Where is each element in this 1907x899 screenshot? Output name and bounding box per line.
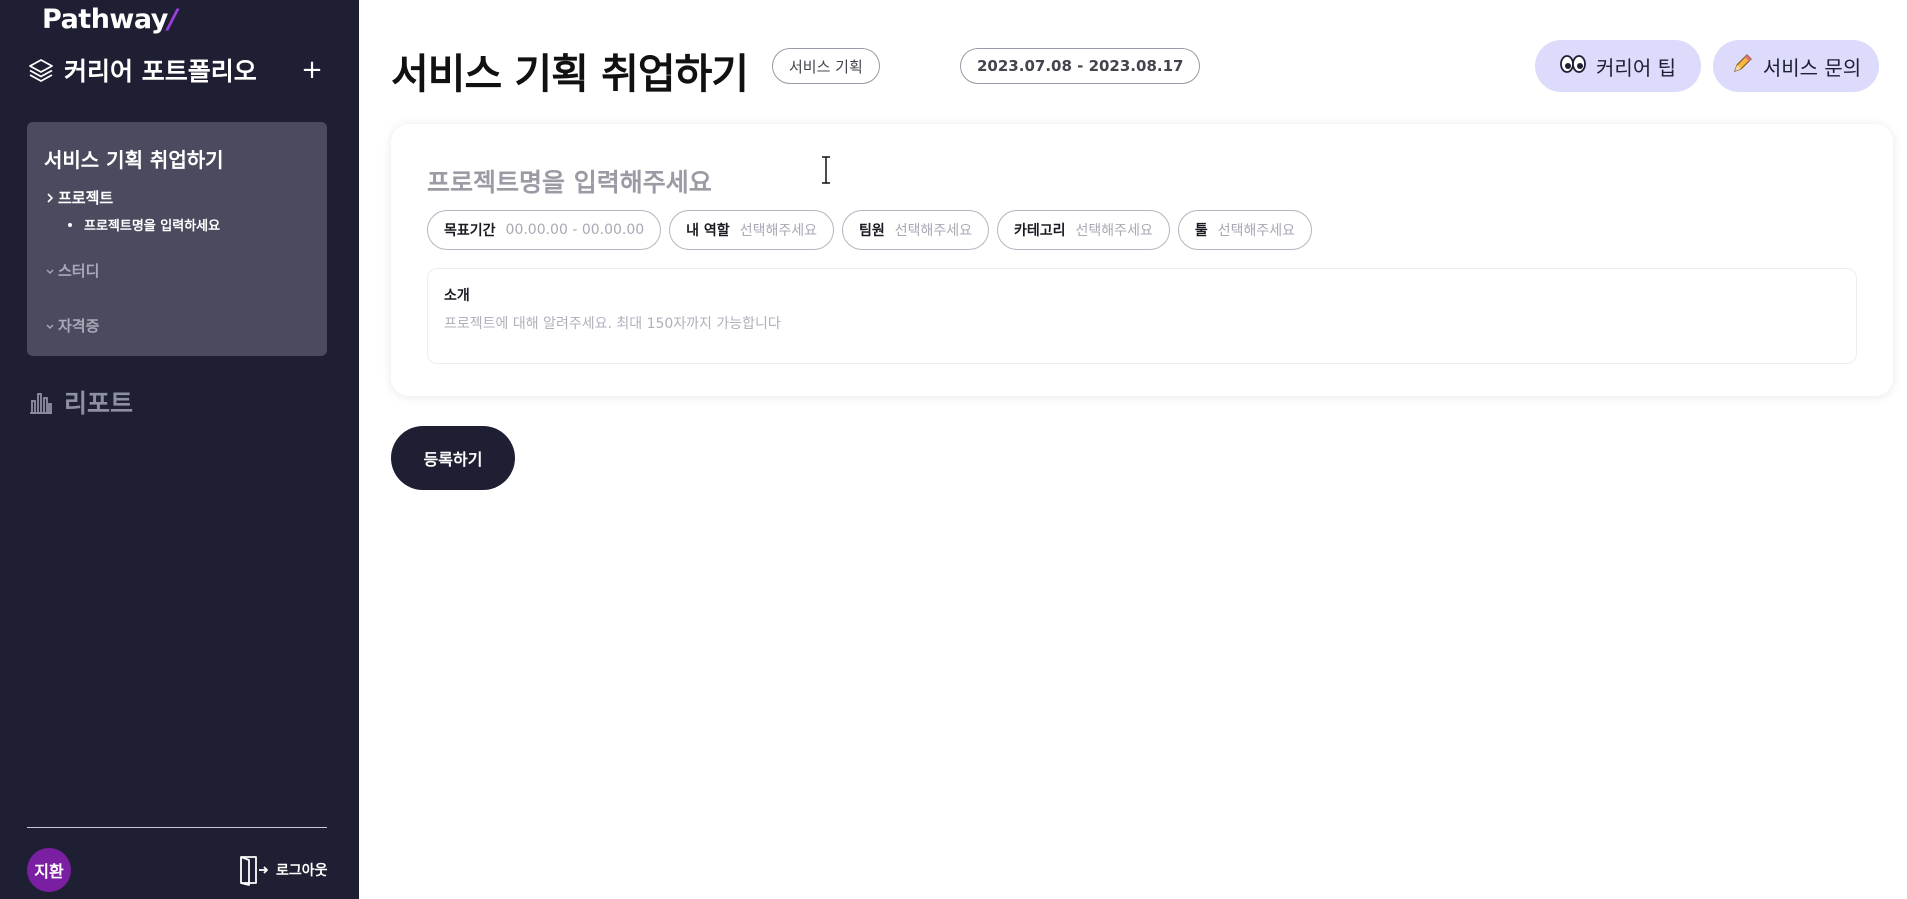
sidebar-item-report[interactable]: 리포트 [27, 384, 133, 420]
field-label: 팀원 [858, 223, 885, 239]
introduction-box: 소개 [427, 268, 1857, 364]
category-badge: 서비스 기획 [772, 48, 880, 84]
career-tip-button[interactable]: 커리어 팁 [1535, 40, 1701, 92]
logout-button[interactable]: 로그아웃 [238, 854, 328, 886]
project-form-card: 목표기간 00.00.00 - 00.00.00 내 역할 선택해주세요 팀원 … [391, 124, 1893, 396]
field-label: 목표기간 [444, 223, 496, 239]
career-tip-label: 커리어 팁 [1596, 55, 1676, 80]
chevron-down-icon [46, 324, 54, 329]
register-button[interactable]: 등록하기 [391, 426, 515, 490]
page-title: 서비스 기획 취업하기 [391, 50, 749, 98]
my-role-field[interactable]: 내 역할 선택해주세요 [669, 210, 834, 250]
sidebar-item-label: 자격증 [58, 317, 100, 335]
chevron-right-icon [47, 192, 54, 203]
field-value: 선택해주세요 [739, 223, 817, 239]
tools-field[interactable]: 툴 선택해주세요 [1177, 210, 1312, 250]
avatar[interactable]: 지환 [27, 848, 71, 892]
sidebar-subitem-label: 프로젝트명을 입력하세요 [84, 219, 221, 234]
field-value: 선택해주세요 [1075, 223, 1153, 239]
date-range-badge: 2023.07.08 - 2023.08.17 [960, 48, 1201, 84]
logo-accent: / [167, 4, 178, 35]
field-value: 00.00.00 - 00.00.00 [505, 222, 645, 238]
field-label: 툴 [1194, 223, 1208, 239]
logo[interactable]: Pathway/ [42, 4, 178, 35]
target-period-field[interactable]: 목표기간 00.00.00 - 00.00.00 [427, 210, 662, 250]
logout-icon [240, 856, 268, 886]
field-label: 내 역할 [686, 223, 730, 239]
portfolio-card-title[interactable]: 서비스 기획 취업하기 [44, 144, 310, 173]
sidebar-item-certificate[interactable]: 자격증 [44, 315, 310, 336]
logo-text: Pathway [42, 4, 168, 35]
service-inquiry-label: 서비스 문의 [1762, 55, 1862, 80]
team-members-field[interactable]: 팀원 선택해주세요 [841, 210, 990, 250]
app-root: Pathway/ 커리어 포트폴리오 + 서비스 기획 취업하기 프로젝트 프로… [0, 0, 1907, 899]
sidebar-item-study[interactable]: 스터디 [44, 260, 310, 281]
category-field[interactable]: 카테고리 선택해주세요 [997, 210, 1170, 250]
field-label: 카테고리 [1014, 223, 1066, 239]
add-portfolio-button[interactable]: + [297, 55, 327, 85]
bar-chart-icon [30, 393, 52, 414]
sidebar-divider [27, 827, 327, 828]
field-value: 선택해주세요 [894, 223, 973, 239]
sidebar-item-label: 스터디 [58, 262, 100, 280]
portfolio-title: 커리어 포트폴리오 [64, 57, 257, 86]
introduction-label: 소개 [444, 288, 470, 304]
main-content: 서비스 기획 취업하기 서비스 기획 2023.07.08 - 2023.08.… [359, 0, 1907, 899]
service-inquiry-button[interactable]: 서비스 문의 [1713, 40, 1879, 92]
pencil-icon [1731, 53, 1753, 80]
sidebar-item-label: 프로젝트 [58, 189, 114, 207]
portfolio-card[interactable]: 서비스 기획 취업하기 프로젝트 프로젝트명을 입력하세요 스터디 자격증 [27, 122, 327, 356]
bullet-icon [68, 222, 72, 227]
project-name-input[interactable] [427, 160, 1327, 204]
introduction-textarea[interactable] [444, 313, 1840, 353]
chevron-down-icon [46, 269, 54, 274]
eyes-icon [1560, 54, 1586, 79]
field-value: 선택해주세요 [1217, 223, 1295, 239]
sidebar-subitem-project-name[interactable]: 프로젝트명을 입력하세요 [68, 215, 310, 234]
report-label: 리포트 [64, 389, 134, 418]
logout-label: 로그아웃 [276, 863, 328, 879]
sidebar: Pathway/ 커리어 포트폴리오 + 서비스 기획 취업하기 프로젝트 프로… [0, 0, 359, 899]
layers-icon [29, 59, 53, 82]
project-fields-row: 목표기간 00.00.00 - 00.00.00 내 역할 선택해주세요 팀원 … [427, 210, 1312, 250]
portfolio-header: 커리어 포트폴리오 + [27, 52, 327, 88]
sidebar-item-project[interactable]: 프로젝트 [44, 187, 310, 208]
